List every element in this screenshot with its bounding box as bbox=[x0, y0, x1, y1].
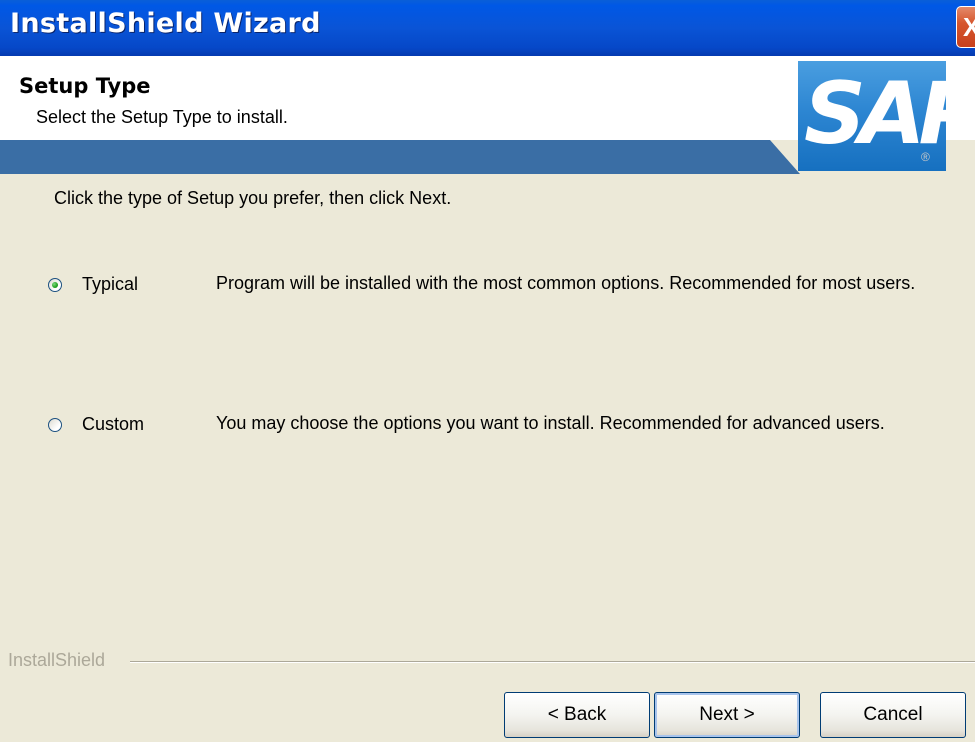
installshield-wizard-window: InstallShield Wizard X Setup Type Select… bbox=[0, 0, 975, 742]
close-icon: X bbox=[963, 12, 975, 42]
page-title: Setup Type bbox=[19, 74, 151, 98]
custom-radio[interactable] bbox=[48, 418, 62, 432]
instruction-text: Click the type of Setup you prefer, then… bbox=[54, 188, 452, 208]
installshield-brand: InstallShield bbox=[8, 650, 106, 670]
custom-description: You may choose the options you want to i… bbox=[216, 413, 885, 433]
window-title: InstallShield Wizard bbox=[10, 8, 321, 39]
typical-radio[interactable] bbox=[48, 278, 62, 292]
title-bar: InstallShield Wizard bbox=[0, 0, 975, 56]
custom-label[interactable]: Custom bbox=[82, 414, 144, 435]
footer-divider bbox=[130, 661, 975, 663]
typical-description: Program will be installed with the most … bbox=[216, 273, 916, 293]
next-button[interactable]: Next > bbox=[654, 692, 800, 738]
cancel-button[interactable]: Cancel bbox=[820, 692, 966, 738]
back-button[interactable]: < Back bbox=[504, 692, 650, 738]
close-button[interactable]: X bbox=[956, 6, 975, 48]
registered-mark: ® bbox=[921, 150, 930, 164]
typical-label[interactable]: Typical bbox=[82, 274, 138, 295]
page-subtitle: Select the Setup Type to install. bbox=[36, 107, 288, 127]
